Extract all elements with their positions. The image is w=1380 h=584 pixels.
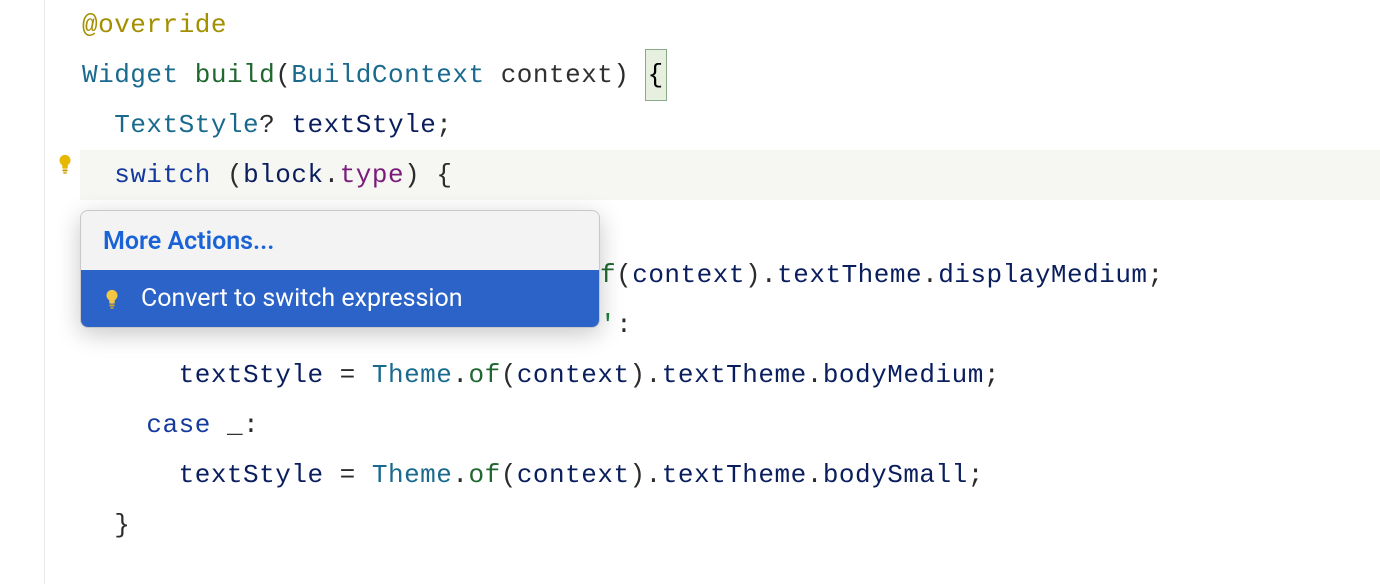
method-token: f [600, 260, 616, 290]
punc: ) [613, 60, 629, 90]
punc: ) [745, 260, 761, 290]
ident: context [517, 460, 630, 490]
var: textStyle [275, 110, 436, 140]
action-label: Convert to switch expression [141, 284, 463, 313]
ident: textTheme [662, 360, 807, 390]
code-line[interactable]: case _: [80, 400, 1380, 450]
eq: = [324, 460, 372, 490]
punc: ) { [404, 160, 452, 190]
type-token: Theme [372, 360, 453, 390]
var: textStyle [179, 460, 324, 490]
ident: block [243, 160, 324, 190]
ident: textTheme [777, 260, 922, 290]
code-line[interactable]: @override [80, 0, 1380, 50]
punc: ( [275, 60, 291, 90]
string: ' [600, 310, 616, 340]
method-token: of [469, 460, 501, 490]
lightbulb-icon[interactable] [54, 153, 76, 175]
dot: . [761, 260, 777, 290]
annotation: @override [82, 10, 227, 40]
eq: = [324, 360, 372, 390]
keyword: case [146, 410, 210, 440]
ident: textTheme [662, 460, 807, 490]
punc: ( [501, 460, 517, 490]
dot: . [324, 160, 340, 190]
dot: . [807, 360, 823, 390]
dot: . [452, 360, 468, 390]
sp [211, 410, 227, 440]
code-line[interactable]: Widget build(BuildContext context) { [80, 50, 1380, 100]
punc: ( [501, 360, 517, 390]
ident: bodySmall [823, 460, 968, 490]
dot: . [646, 360, 662, 390]
ident: bodyMedium [823, 360, 984, 390]
wildcard: _ [227, 410, 243, 440]
convert-switch-expression-action[interactable]: Convert to switch expression [81, 270, 599, 327]
semi: ; [1148, 260, 1164, 290]
code-line-highlighted[interactable]: switch (block.type) { [80, 150, 1380, 200]
keyword: switch [114, 160, 211, 190]
ident: context [632, 260, 745, 290]
gutter-divider [44, 0, 45, 584]
param-type: BuildContext [291, 60, 484, 90]
prop: type [340, 160, 404, 190]
colon: : [243, 410, 259, 440]
ident: displayMedium [938, 260, 1147, 290]
punc: ( [211, 160, 243, 190]
type-token: Theme [372, 460, 453, 490]
quick-fix-popup: More Actions... Convert to switch expres… [80, 210, 600, 328]
more-actions-header[interactable]: More Actions... [81, 211, 599, 270]
param-name: context [485, 60, 614, 90]
gutter [0, 0, 80, 584]
code-line[interactable]: TextStyle? textStyle; [80, 100, 1380, 150]
var: textStyle [179, 360, 324, 390]
dot: . [922, 260, 938, 290]
punc: ) [630, 460, 646, 490]
method-token: of [469, 360, 501, 390]
code-line[interactable]: textStyle = Theme.of(context).textTheme.… [80, 350, 1380, 400]
code-line[interactable]: } [80, 500, 1380, 550]
code-line[interactable]: textStyle = Theme.of(context).textTheme.… [80, 450, 1380, 500]
semi: ; [968, 460, 984, 490]
colon: : [616, 310, 632, 340]
semi: ; [984, 360, 1000, 390]
type-token: TextStyle [114, 110, 259, 140]
punc: ( [616, 260, 632, 290]
punc: ) [630, 360, 646, 390]
brace-highlight: { [646, 50, 666, 100]
dot: . [646, 460, 662, 490]
close-brace: } [114, 510, 130, 540]
dot: . [807, 460, 823, 490]
method-token: build [195, 60, 276, 90]
semi: ; [436, 110, 452, 140]
type-token: Widget [82, 60, 179, 90]
lightbulb-icon [101, 288, 123, 310]
dot: . [452, 460, 468, 490]
ident: context [517, 360, 630, 390]
punc: ? [259, 110, 275, 140]
